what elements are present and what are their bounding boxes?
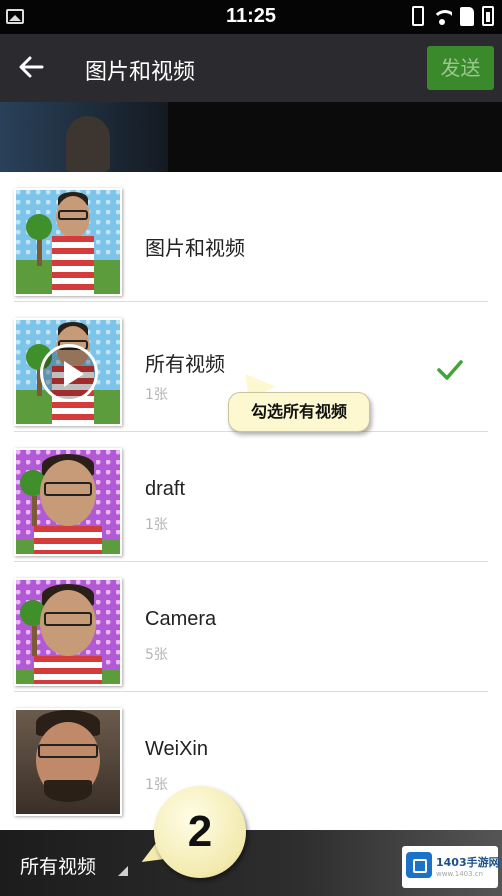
album-list: 图片和视频 所有视频 1张 draft 1张 Camera 5张 WeiXin …: [0, 172, 502, 830]
album-item-draft[interactable]: draft 1张: [0, 432, 502, 562]
album-thumbnail: [14, 578, 122, 686]
watermark-url: www.1403.cn: [436, 870, 484, 878]
album-thumbnail: [14, 318, 122, 426]
step-badge: 2: [154, 786, 246, 878]
album-count: 5张: [145, 647, 168, 663]
status-bar: 11:25: [0, 0, 502, 34]
preview-thumbnail: [0, 102, 168, 172]
arrow-left-icon: [19, 56, 44, 78]
vibrate-icon: [412, 6, 424, 26]
album-name: Camera: [145, 608, 217, 630]
album-name: draft: [145, 478, 186, 500]
album-name: 所有视频: [145, 354, 225, 376]
wifi-icon: [432, 7, 452, 25]
album-name: 图片和视频: [145, 238, 245, 260]
album-thumbnail: [14, 188, 122, 296]
album-item-camera[interactable]: Camera 5张: [0, 562, 502, 692]
album-count: 1张: [145, 517, 168, 533]
system-icons: [412, 6, 494, 26]
battery-icon: [482, 6, 494, 26]
play-icon: [40, 344, 98, 402]
page-title: 图片和视频: [85, 60, 196, 85]
send-button[interactable]: 发送: [427, 46, 494, 90]
background-preview: [0, 102, 502, 172]
sd-card-icon: [460, 6, 474, 26]
album-item-photos-and-videos[interactable]: 图片和视频: [0, 172, 502, 302]
album-thumbnail: [14, 708, 122, 816]
folder-selector[interactable]: 所有视频: [20, 852, 96, 879]
callout-tooltip: 勾选所有视频: [228, 392, 370, 432]
brand-logo-icon: [406, 852, 432, 878]
action-bar: 图片和视频 发送: [0, 34, 502, 102]
album-count: 1张: [145, 777, 168, 793]
watermark-brand: 1403手游网: [436, 856, 500, 869]
watermark: 1403手游网 www.1403.cn: [402, 846, 500, 888]
album-name: WeiXin: [145, 738, 208, 760]
album-item-weixin[interactable]: WeiXin 1张: [0, 692, 502, 822]
album-count: 1张: [145, 387, 168, 403]
album-thumbnail: [14, 448, 122, 556]
back-button[interactable]: [14, 52, 48, 86]
checkmark-icon: [437, 360, 463, 380]
dropdown-corner-icon: [118, 866, 128, 876]
